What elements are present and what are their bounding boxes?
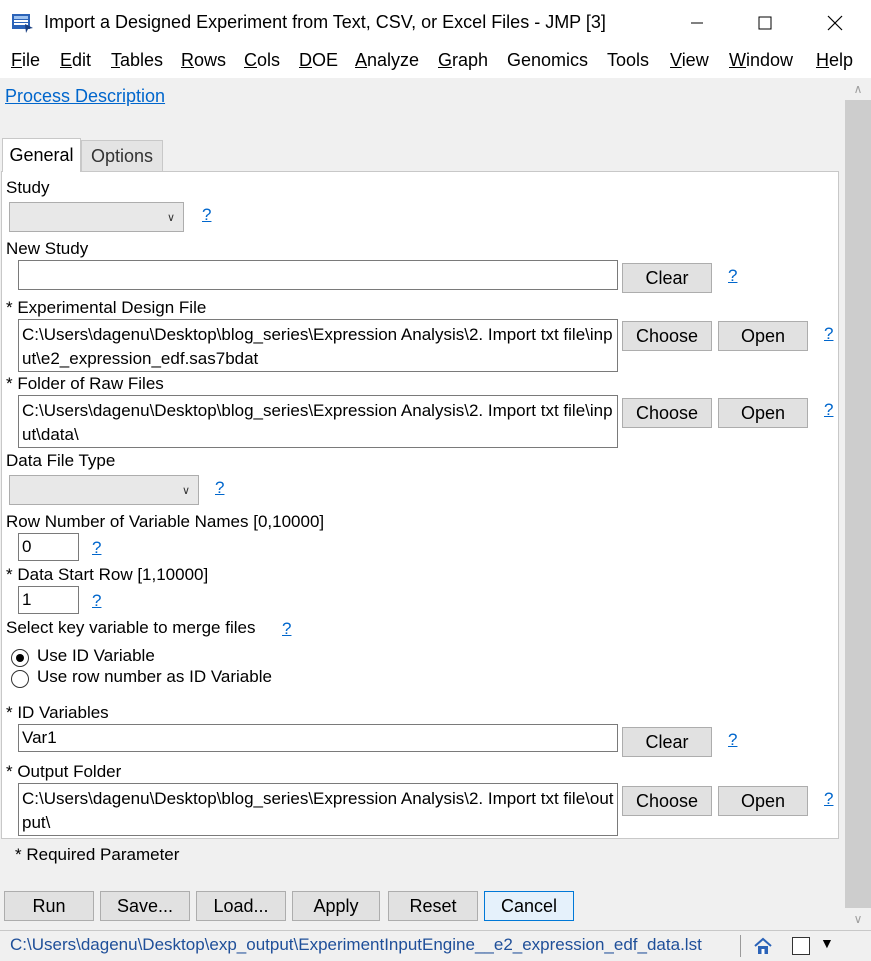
scroll-down-arrow-icon[interactable]: ∨ bbox=[845, 908, 871, 930]
use-row-number-label[interactable]: Use row number as ID Variable bbox=[37, 667, 272, 687]
menu-analyze[interactable]: Analyze bbox=[355, 50, 419, 71]
vertical-scrollbar[interactable]: ∧ ∨ bbox=[845, 78, 871, 930]
data-start-row-label: * Data Start Row [1,10000] bbox=[6, 565, 209, 584]
help-id-variables[interactable]: ? bbox=[728, 730, 737, 750]
general-tab-panel: Study ∨ ? New Study Clear ? * Experiment… bbox=[1, 171, 839, 839]
status-divider bbox=[740, 935, 741, 957]
help-data-file-type[interactable]: ? bbox=[215, 478, 224, 498]
design-file-label: * Experimental Design File bbox=[6, 298, 207, 317]
id-variables-label: * ID Variables bbox=[6, 703, 109, 722]
row-var-names-input[interactable]: 0 bbox=[18, 533, 79, 561]
output-folder-open-button[interactable]: Open bbox=[718, 786, 808, 816]
menu-window[interactable]: Window bbox=[729, 50, 793, 71]
radio-use-row-number[interactable] bbox=[11, 670, 29, 688]
output-folder-input[interactable]: C:\Users\dagenu\Desktop\blog_series\Expr… bbox=[18, 783, 618, 836]
tab-general[interactable]: General bbox=[2, 138, 81, 172]
raw-folder-label: * Folder of Raw Files bbox=[6, 374, 164, 393]
new-study-input[interactable] bbox=[18, 260, 618, 290]
home-icon[interactable] bbox=[752, 935, 774, 957]
tab-options[interactable]: Options bbox=[81, 140, 163, 172]
new-study-clear-button[interactable]: Clear bbox=[622, 263, 712, 293]
design-file-choose-button[interactable]: Choose bbox=[622, 321, 712, 351]
menu-bar: File Edit Tables Rows Cols DOE Analyze G… bbox=[0, 46, 871, 76]
menu-tables[interactable]: Tables bbox=[111, 50, 163, 71]
status-bar: C:\Users\dagenu\Desktop\exp_output\Exper… bbox=[0, 930, 871, 961]
new-study-label: New Study bbox=[6, 239, 89, 258]
help-output-folder[interactable]: ? bbox=[824, 789, 833, 809]
menu-doe[interactable]: DOE bbox=[299, 50, 338, 71]
help-row-var-names[interactable]: ? bbox=[92, 538, 101, 558]
maximize-icon bbox=[758, 16, 772, 30]
help-design-file[interactable]: ? bbox=[824, 324, 833, 344]
design-file-open-button[interactable]: Open bbox=[718, 321, 808, 351]
help-study[interactable]: ? bbox=[202, 205, 211, 225]
status-file-path: C:\Users\dagenu\Desktop\exp_output\Exper… bbox=[10, 935, 702, 954]
output-folder-label: * Output Folder bbox=[6, 762, 122, 781]
id-variables-input[interactable]: Var1 bbox=[18, 724, 618, 752]
design-file-input[interactable]: C:\Users\dagenu\Desktop\blog_series\Expr… bbox=[18, 319, 618, 372]
window-title: Import a Designed Experiment from Text, … bbox=[44, 12, 606, 32]
menu-help[interactable]: Help bbox=[816, 50, 853, 71]
menu-cols[interactable]: Cols bbox=[244, 50, 280, 71]
data-start-row-input[interactable]: 1 bbox=[18, 586, 79, 614]
minimize-icon bbox=[691, 22, 703, 24]
chevron-down-icon: ∨ bbox=[181, 485, 190, 497]
id-variables-clear-button[interactable]: Clear bbox=[622, 727, 712, 757]
jmp-app-icon bbox=[12, 14, 33, 33]
minimize-button[interactable] bbox=[662, 0, 732, 46]
scroll-up-arrow-icon[interactable]: ∧ bbox=[845, 78, 871, 100]
reset-button[interactable]: Reset bbox=[388, 891, 478, 921]
menu-view[interactable]: View bbox=[670, 50, 709, 71]
row-var-names-label: Row Number of Variable Names [0,10000] bbox=[6, 512, 325, 531]
raw-folder-choose-button[interactable]: Choose bbox=[622, 398, 712, 428]
menu-file[interactable]: File bbox=[11, 50, 40, 71]
cancel-button[interactable]: Cancel bbox=[484, 891, 574, 921]
run-button[interactable]: Run bbox=[4, 891, 94, 921]
raw-folder-input[interactable]: C:\Users\dagenu\Desktop\blog_series\Expr… bbox=[18, 395, 618, 448]
menu-rows[interactable]: Rows bbox=[181, 50, 226, 71]
help-raw-folder[interactable]: ? bbox=[824, 400, 833, 420]
menu-tools[interactable]: Tools bbox=[607, 50, 649, 71]
data-file-type-label: Data File Type bbox=[6, 451, 116, 470]
output-folder-choose-button[interactable]: Choose bbox=[622, 786, 712, 816]
menu-graph[interactable]: Graph bbox=[438, 50, 488, 71]
help-data-start-row[interactable]: ? bbox=[92, 591, 101, 611]
scrollbar-thumb[interactable] bbox=[845, 100, 871, 908]
process-description-link[interactable]: Process Description bbox=[5, 86, 165, 107]
status-checkbox[interactable] bbox=[792, 937, 810, 955]
load-button[interactable]: Load... bbox=[196, 891, 286, 921]
raw-folder-open-button[interactable]: Open bbox=[718, 398, 808, 428]
close-button[interactable] bbox=[800, 0, 870, 46]
study-combo[interactable]: ∨ bbox=[9, 202, 184, 232]
use-id-variable-label[interactable]: Use ID Variable bbox=[37, 646, 155, 666]
help-key-variable[interactable]: ? bbox=[282, 619, 291, 639]
chevron-down-icon: ∨ bbox=[166, 212, 175, 224]
data-file-type-combo[interactable]: ∨ bbox=[9, 475, 199, 505]
save-button[interactable]: Save... bbox=[100, 891, 190, 921]
study-label: Study bbox=[6, 178, 50, 197]
dialog-content: Process Description Options General Stud… bbox=[0, 78, 845, 930]
menu-edit[interactable]: Edit bbox=[60, 50, 91, 71]
menu-genomics[interactable]: Genomics bbox=[507, 50, 588, 71]
help-new-study[interactable]: ? bbox=[728, 266, 737, 286]
apply-button[interactable]: Apply bbox=[292, 891, 380, 921]
radio-use-id-variable[interactable] bbox=[11, 649, 29, 667]
close-icon bbox=[827, 15, 843, 31]
dropdown-triangle-icon[interactable]: ▼ bbox=[820, 935, 834, 951]
title-bar: Import a Designed Experiment from Text, … bbox=[0, 0, 871, 46]
key-variable-label: Select key variable to merge files bbox=[6, 618, 256, 637]
required-parameter-note: * Required Parameter bbox=[15, 845, 180, 864]
maximize-button[interactable] bbox=[730, 0, 800, 46]
